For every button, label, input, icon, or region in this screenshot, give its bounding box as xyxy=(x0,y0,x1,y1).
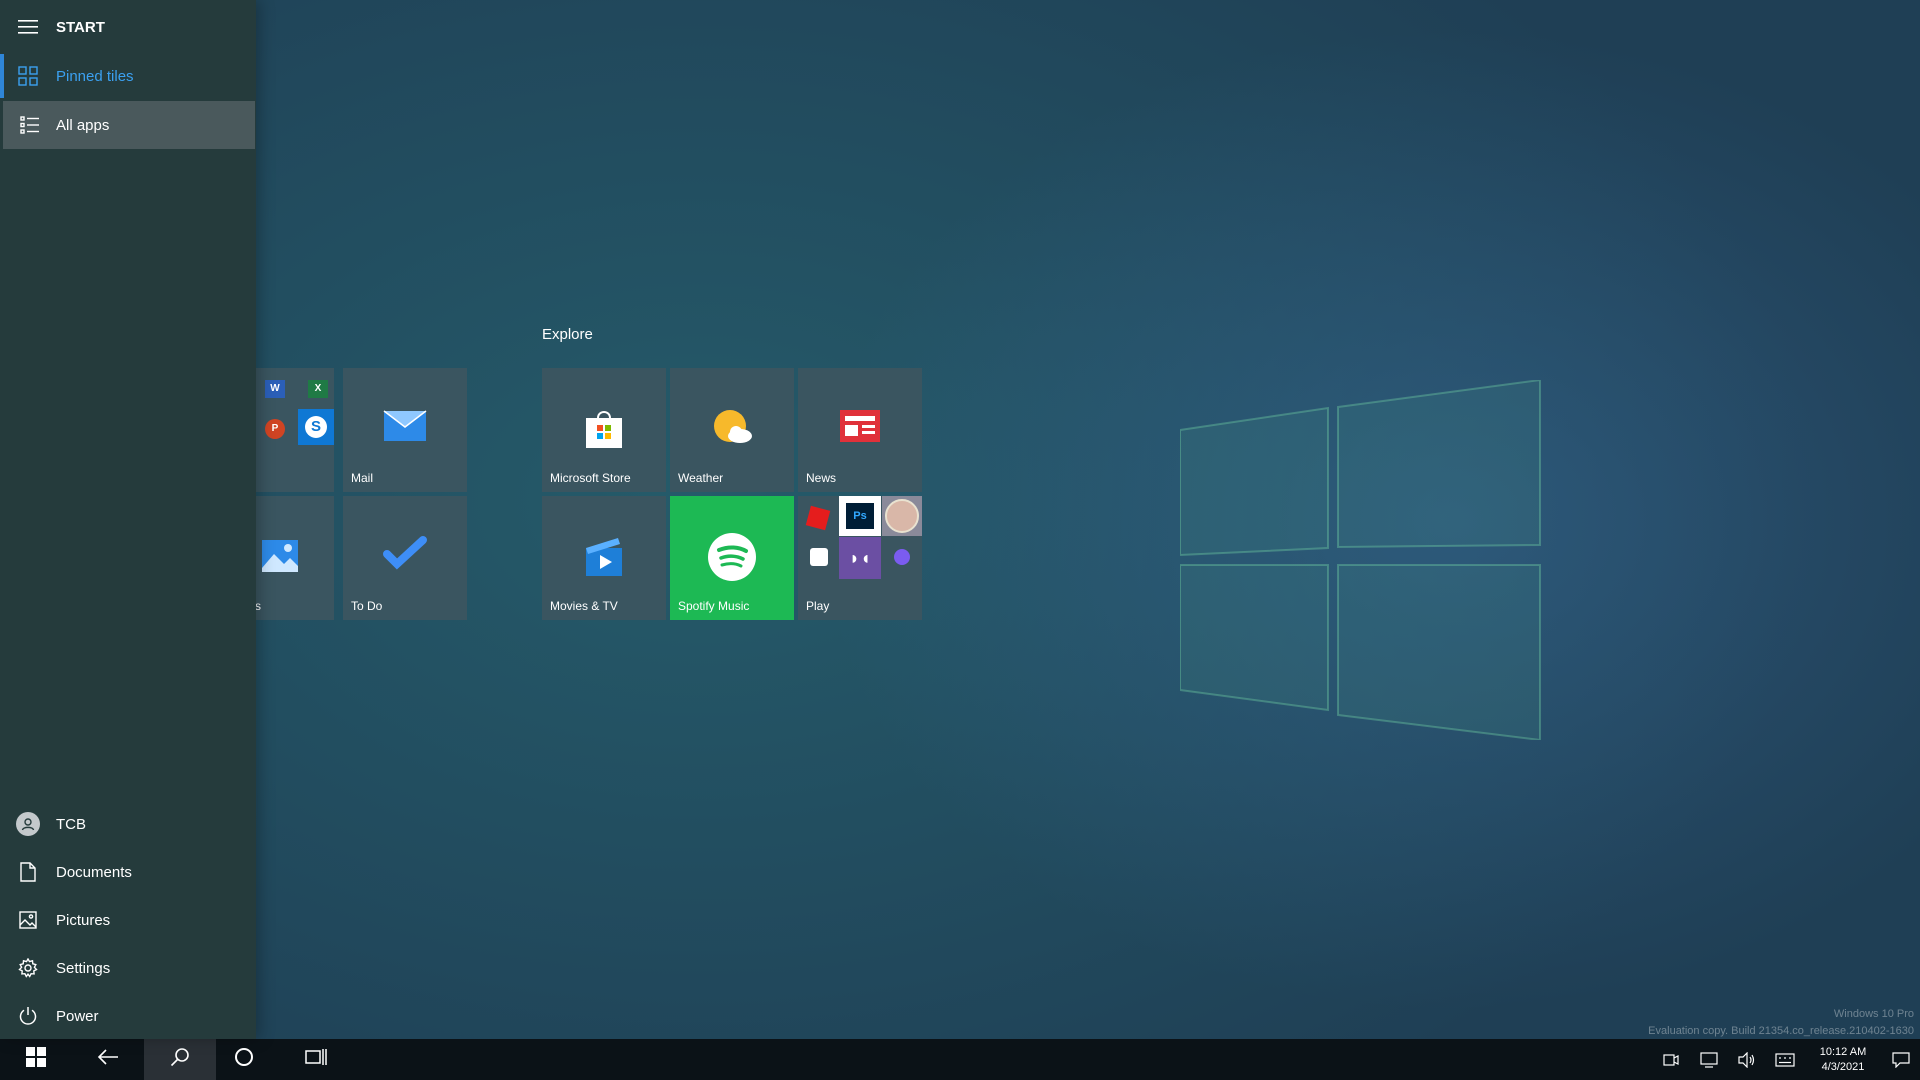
tile-label: Weather xyxy=(678,471,724,485)
sidebar-item-label: TCB xyxy=(56,815,86,833)
cortana-icon xyxy=(234,1047,254,1072)
dolby-icon: ◗◖ xyxy=(839,537,881,579)
mail-icon xyxy=(383,408,427,447)
game-avatar-icon xyxy=(882,496,922,536)
watermark-build: Evaluation copy. Build 21354.co_release.… xyxy=(1648,1025,1914,1037)
powerpoint-icon: P xyxy=(265,419,285,439)
photoshop-icon: Ps xyxy=(839,496,881,536)
start-button[interactable] xyxy=(0,1039,72,1080)
movies-tv-icon xyxy=(582,536,626,583)
network-icon[interactable] xyxy=(1690,1039,1728,1080)
tile-label: Microsoft Store xyxy=(550,471,631,485)
tile-label: To Do xyxy=(351,599,383,613)
tile-weather[interactable]: Weather xyxy=(670,368,794,492)
keyboard-icon[interactable] xyxy=(1766,1039,1804,1080)
cortana-button[interactable] xyxy=(208,1039,280,1080)
tile-todo[interactable]: To Do xyxy=(343,496,467,620)
tile-microsoft-store[interactable]: Microsoft Store xyxy=(542,368,666,492)
start-menu-expand-button[interactable]: START xyxy=(0,3,256,51)
system-tray: 10:12 AM 4/3/2021 xyxy=(1652,1039,1920,1080)
weather-icon xyxy=(710,408,754,453)
todo-icon xyxy=(383,536,427,575)
all-apps-icon xyxy=(3,116,56,134)
tile-movies-tv[interactable]: Movies & TV xyxy=(542,496,666,620)
sidebar-item-label: Power xyxy=(56,1007,99,1025)
windows-logo-wallpaper xyxy=(1180,380,1541,740)
action-center-icon[interactable] xyxy=(1882,1039,1920,1080)
documents-icon xyxy=(0,862,56,882)
tile-spotify-music[interactable]: Spotify Music xyxy=(670,496,794,620)
hamburger-icon xyxy=(0,19,56,35)
sidebar-item-pinned-tiles[interactable]: Pinned tiles xyxy=(0,52,256,100)
sidebar-item-documents[interactable]: Documents xyxy=(0,848,256,896)
sidebar-item-label: Documents xyxy=(56,863,132,881)
taskbar: 10:12 AM 4/3/2021 xyxy=(0,1039,1920,1080)
tile-mail[interactable]: Mail xyxy=(343,368,467,492)
pinned-tiles-icon xyxy=(0,66,56,86)
sidebar-item-label: Pictures xyxy=(56,911,111,929)
back-icon xyxy=(97,1049,119,1070)
tile-label: News xyxy=(806,471,837,485)
solitaire-icon xyxy=(810,548,828,566)
task-view-icon xyxy=(305,1047,327,1072)
roblox-icon xyxy=(805,505,831,531)
tile-label: Spotify Music xyxy=(678,599,750,613)
clock-time: 10:12 AM xyxy=(1819,1045,1867,1058)
tile-label: Mail xyxy=(351,471,374,485)
task-view-button[interactable] xyxy=(280,1039,352,1080)
avatar xyxy=(16,812,40,836)
tile-play-folder[interactable]: Ps ◗◖ Play xyxy=(798,496,922,620)
photos-icon xyxy=(260,538,300,579)
tile-group-title[interactable]: Explore xyxy=(542,326,593,343)
skype-icon: S xyxy=(298,409,334,445)
store-icon xyxy=(582,408,626,457)
tile-label: Movies & TV xyxy=(550,599,618,613)
volume-icon[interactable] xyxy=(1728,1039,1766,1080)
sidebar-item-all-apps[interactable]: All apps xyxy=(3,101,255,149)
tile-label: Play xyxy=(806,599,830,613)
start-header-label: START xyxy=(56,18,105,36)
meet-now-icon[interactable] xyxy=(1652,1039,1690,1080)
sidebar-item-label: Settings xyxy=(56,959,111,977)
messenger-icon xyxy=(894,549,910,565)
sidebar-item-label: Pinned tiles xyxy=(56,67,134,85)
build-watermark: Windows 10 Pro Evaluation copy. Build 21… xyxy=(1648,1006,1914,1040)
pictures-icon xyxy=(0,911,56,929)
power-icon xyxy=(0,1006,56,1026)
word-icon: W xyxy=(265,380,285,398)
clock-date: 4/3/2021 xyxy=(1821,1060,1865,1073)
watermark-edition: Windows 10 Pro xyxy=(1833,1008,1914,1020)
start-sidebar: START Pinned tiles All apps TCB Document… xyxy=(0,0,256,1039)
sidebar-item-power[interactable]: Power xyxy=(0,992,256,1040)
search-icon xyxy=(170,1047,190,1072)
taskbar-clock[interactable]: 10:12 AM 4/3/2021 xyxy=(1804,1045,1882,1075)
search-button[interactable] xyxy=(144,1039,216,1080)
tile-news[interactable]: News xyxy=(798,368,922,492)
sidebar-item-settings[interactable]: Settings xyxy=(0,944,256,992)
spotify-icon xyxy=(707,532,757,587)
sidebar-item-pictures[interactable]: Pictures xyxy=(0,896,256,944)
news-icon xyxy=(838,408,882,449)
settings-icon xyxy=(0,958,56,978)
excel-icon: X xyxy=(308,380,328,398)
windows-icon xyxy=(26,1047,46,1072)
back-button[interactable] xyxy=(72,1039,144,1080)
sidebar-item-user[interactable]: TCB xyxy=(0,800,256,848)
sidebar-item-label: All apps xyxy=(56,116,110,134)
user-icon xyxy=(0,812,56,836)
